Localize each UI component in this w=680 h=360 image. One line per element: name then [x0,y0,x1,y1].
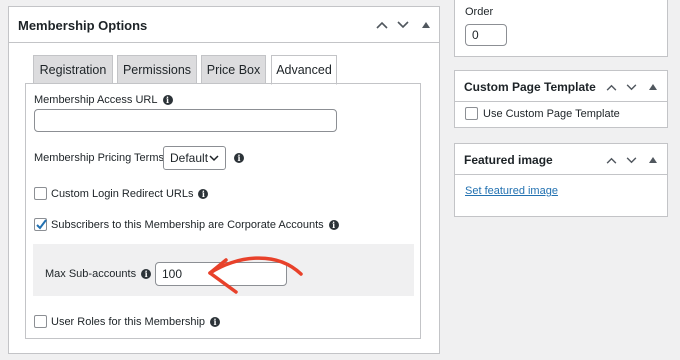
order-input[interactable]: 0 [465,24,507,46]
chevron-down-icon[interactable] [395,17,411,33]
chevron-down-icon[interactable] [623,152,639,168]
panel-header: Featured image [455,144,667,175]
chevron-up-icon[interactable] [603,152,619,168]
panel-header: Membership Options [9,7,439,43]
corporate-accounts-label: Subscribers to this Membership are Corpo… [51,219,339,231]
pricing-terms-label: Membership Pricing Terms: [34,152,168,164]
chevron-up-icon[interactable] [374,17,390,33]
max-sub-accounts-label: Max Sub-accounts i [45,268,152,280]
info-icon[interactable]: i [141,269,152,280]
access-url-label: Membership Access URL i [34,94,173,106]
triangle-toggle-icon[interactable] [418,17,434,33]
triangle-toggle-icon[interactable] [645,79,661,95]
tab-registration[interactable]: Registration [33,55,113,84]
panel-header: Custom Page Template [455,71,667,102]
tab-permissions[interactable]: Permissions [117,55,197,84]
use-custom-template-checkbox[interactable] [465,107,478,120]
membership-options-panel: Membership Options Registration Permissi… [8,6,440,354]
set-featured-image-link[interactable]: Set featured image [465,185,558,197]
triangle-toggle-icon[interactable] [645,152,661,168]
info-icon[interactable]: i [198,189,209,200]
user-roles-label: User Roles for this Membership i [51,316,221,328]
custom-login-redirect-checkbox[interactable] [34,187,47,200]
custom-login-redirect-label: Custom Login Redirect URLs i [51,188,209,200]
panel-title: Custom Page Template [464,80,596,94]
info-icon[interactable]: i [210,317,221,328]
pricing-terms-value: Default [170,151,209,165]
tab-price-box[interactable]: Price Box [201,55,266,84]
order-label: Order [465,6,494,18]
panel-title: Membership Options [18,18,148,33]
chevron-down-icon[interactable] [623,79,639,95]
pricing-terms-select[interactable]: Default [163,146,226,170]
user-roles-checkbox[interactable] [34,315,47,328]
chevron-down-icon [209,155,219,162]
featured-image-panel: Featured image Set featured image [454,143,668,217]
order-panel: Order 0 [454,0,668,57]
custom-page-template-panel: Custom Page Template Use Custom Page Tem… [454,70,668,128]
panel-title: Featured image [464,153,553,167]
tab-advanced[interactable]: Advanced [271,55,337,85]
chevron-up-icon[interactable] [603,79,619,95]
checkmark-icon [36,219,47,230]
access-url-input[interactable] [34,109,337,132]
use-custom-template-label: Use Custom Page Template [483,108,620,120]
info-icon[interactable]: i [328,220,339,231]
info-icon[interactable]: i [162,95,173,106]
corporate-accounts-checkbox[interactable] [34,218,47,231]
red-arrow-annotation [208,256,303,294]
info-icon[interactable]: i [234,153,244,163]
